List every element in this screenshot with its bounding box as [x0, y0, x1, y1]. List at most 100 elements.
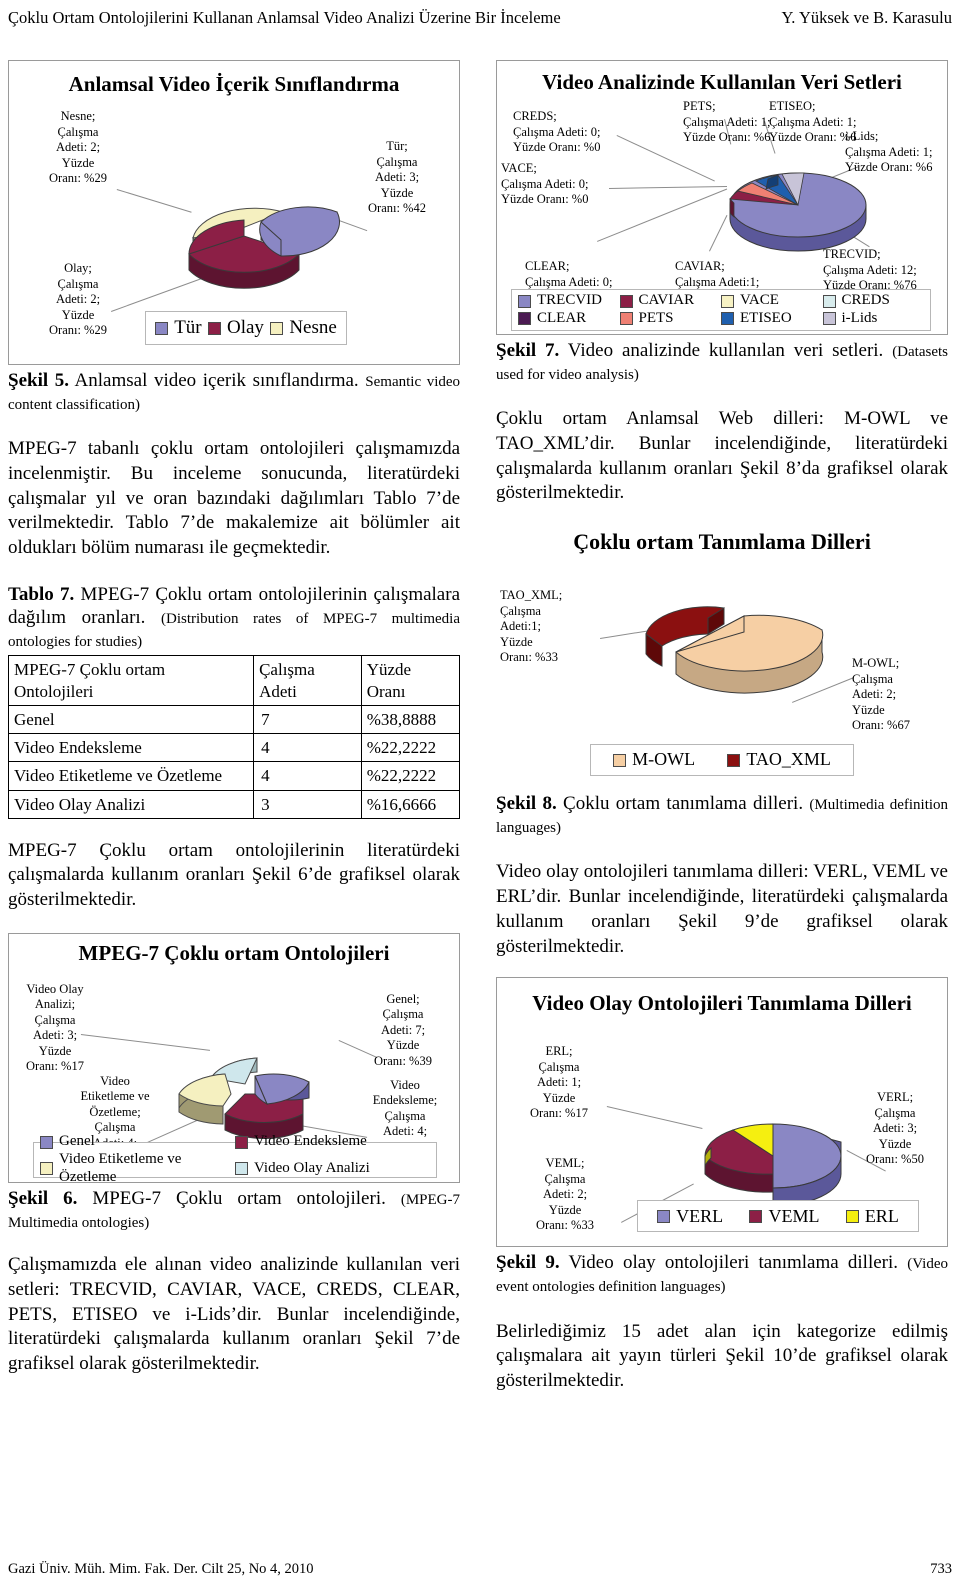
figure8-caption: Şekil 8. Çoklu ortam tanımlama dilleri. …: [496, 793, 949, 837]
figure9-label-veml: VEML; Çalışma Adeti: 2; Yüzde Oranı: %33: [536, 1156, 594, 1233]
paragraph-4: Çoklu ortam Anlamsal Web dilleri: M-OWL …: [496, 408, 948, 504]
figure9-chart: Video Olay Ontolojileri Tanımlama Diller…: [496, 977, 948, 1248]
paragraph-6: Belirlediğimiz 15 adet alan için kategor…: [496, 1320, 948, 1391]
figure8-pie: [645, 606, 824, 694]
figure6-label-olay-analizi: Video Olay Analizi; Çalışma Adeti: 3; Yü…: [26, 981, 84, 1074]
paragraph-5: Video olay ontolojileri tanımlama diller…: [496, 861, 948, 957]
figure6-legend: Genel Video Endeksleme Video Etiketleme …: [33, 1133, 437, 1182]
legend-item: CLEAR: [518, 310, 620, 328]
legend-item: Tür: [155, 317, 202, 339]
figure6-label-genel: Genel; Çalışma Adeti: 7; Yüzde Oranı: %3…: [374, 991, 432, 1068]
legend-swatch-icon: [235, 1162, 248, 1176]
col-header-count: Çalışma Adeti: [253, 655, 362, 706]
table-row: Video Endeksleme 4 %22,2222: [7, 733, 461, 763]
legend-item: Olay: [208, 317, 264, 339]
legend-item: M-OWL: [613, 749, 695, 770]
figure5-caption: Şekil 5. Anlamsal video içerik sınıfland…: [8, 370, 461, 414]
figure5-legend: Tür Olay Nesne: [145, 311, 347, 345]
left-column: Anlamsal Video İçerik Sınıflandırma Nesn…: [7, 60, 461, 1392]
legend-swatch-icon: [518, 294, 531, 308]
table7: MPEG-7 Çoklu ortam Ontolojileri Çalışma …: [7, 655, 461, 819]
figure7-label-creds: CREDS; Çalışma Adeti: 0; Yüzde Oranı: %0: [513, 109, 601, 154]
table-row: Video Olay Analizi 3 %16,6666: [7, 789, 461, 819]
legend-swatch-icon: [270, 321, 284, 335]
legend-swatch-icon: [845, 1209, 859, 1223]
legend-swatch-icon: [208, 321, 221, 335]
legend-item: VACE: [721, 292, 823, 310]
legend-item: i-Lids: [822, 310, 925, 328]
legend-item: Video Endeksleme: [235, 1133, 430, 1151]
figure9-title: Video Olay Ontolojileri Tanımlama Diller…: [532, 991, 912, 1016]
figure5-label-olay: Olay; Çalışma Adeti: 2; Yüzde Oranı: %29: [49, 261, 107, 337]
legend-swatch-icon: [155, 321, 169, 335]
legend-item: VEML: [749, 1206, 819, 1227]
table7-caption: Tablo 7. MPEG-7 Çoklu ortam ontolojileri…: [8, 583, 461, 651]
figure7-title: Video Analizinde Kullanılan Veri Setleri: [542, 70, 902, 94]
figure7-label-ilids: i-Lids; Çalışma Adeti: 1; Yüzde Oranı: %…: [845, 129, 933, 174]
legend-swatch-icon: [613, 753, 627, 767]
table-row: Genel 7 %38,8888: [7, 704, 461, 735]
footer-journal-info: Gazi Üniv. Müh. Mim. Fak. Der. Cilt 25, …: [8, 1561, 314, 1577]
legend-swatch-icon: [721, 294, 734, 308]
figure6-title: MPEG-7 Çoklu ortam Ontolojileri: [78, 940, 390, 965]
figure8-label-mowl: M-OWL; Çalışma Adeti: 2; Yüzde Oranı: %6…: [852, 656, 910, 733]
figure9-label-erl: ERL; Çalışma Adeti: 1; Yüzde Oranı: %17: [530, 1044, 588, 1121]
figure6-chart: MPEG-7 Çoklu ortam Ontolojileri Video Ol…: [8, 932, 460, 1183]
legend-item: PETS: [619, 310, 722, 328]
figure5-label-nesne: Nesne; Çalışma Adeti: 2; Yüzde Oranı: %2…: [49, 109, 107, 185]
figure9-label-verl: VERL; Çalışma Adeti: 3; Yüzde Oranı: %50: [866, 1090, 924, 1167]
running-head: Çoklu Ortam Ontolojilerini Kullanan Anla…: [0, 8, 960, 38]
figure5-title: Anlamsal Video İçerik Sınıflandırma: [68, 72, 400, 96]
legend-item: Video Etiketleme ve Özetleme: [40, 1151, 235, 1182]
legend-item: TRECVID: [518, 292, 620, 310]
legend-swatch-icon: [727, 753, 741, 767]
figure7-label-vace: VACE; Çalışma Adeti: 0; Yüzde Oranı: %0: [501, 161, 589, 206]
table7-block: Tablo 7. MPEG-7 Çoklu ortam ontolojileri…: [7, 583, 461, 819]
col-header-percent: Yüzde Oranı: [360, 655, 461, 706]
figure9-legend: VERL VEML ERL: [637, 1200, 919, 1233]
figure7-legend: TRECVID CAVIAR VACE CREDS CLEAR PETS ETI…: [511, 289, 931, 331]
legend-swatch-icon: [721, 312, 734, 326]
legend-item: CREDS: [822, 292, 925, 310]
legend-item: Video Olay Analizi: [235, 1151, 430, 1182]
paragraph-3: Çalışmamızda ele alınan video analizinde…: [8, 1254, 460, 1374]
page-root: Çoklu Ortam Ontolojilerini Kullanan Anla…: [0, 0, 960, 1593]
legend-swatch-icon: [235, 1135, 248, 1149]
legend-item: ETISEO: [721, 310, 823, 328]
figure7-caption: Şekil 7. Video analizinde kullanılan ver…: [496, 340, 948, 384]
legend-item: ERL: [845, 1206, 899, 1227]
figure8-legend: M-OWL TAO_XML: [590, 744, 854, 777]
figure8-title: Çoklu ortam Tanımlama Dilleri: [573, 529, 871, 555]
page-footer: Gazi Üniv. Müh. Mim. Fak. Der. Cilt 25, …: [8, 1561, 952, 1583]
legend-swatch-icon: [518, 312, 531, 326]
page-number: 733: [930, 1561, 952, 1577]
legend-swatch-icon: [40, 1135, 53, 1149]
figure7-leader-vace: [609, 185, 727, 189]
legend-item: TAO_XML: [727, 749, 831, 770]
legend-item: CAVIAR: [619, 292, 722, 310]
col-header-ontology: MPEG-7 Çoklu ortam Ontolojileri: [7, 655, 255, 706]
figure5-label-tur: Tür; Çalışma Adeti: 3; Yüzde Oranı: %42: [368, 139, 426, 215]
table-row: Video Etiketleme ve Özetleme 4 %22,2222: [7, 761, 461, 791]
figure8-label-tao: TAO_XML; Çalışma Adeti:1; Yüzde Oranı: %…: [500, 588, 563, 665]
legend-item: Genel: [40, 1133, 235, 1151]
figure8-chart: Çoklu ortam Tanımlama Dilleri TAO_XML; Ç…: [496, 526, 948, 789]
legend-swatch-icon: [657, 1209, 671, 1223]
paragraph-1: MPEG-7 tabanlı çoklu ortam ontolojileri …: [8, 438, 460, 559]
legend-swatch-icon: [619, 312, 633, 326]
figure7-leader-clear: [597, 188, 728, 242]
running-head-authors: Y. Yüksek ve B. Karasulu: [781, 8, 952, 27]
table-header-row: MPEG-7 Çoklu ortam Ontolojileri Çalışma …: [7, 655, 461, 706]
running-head-title: Çoklu Ortam Ontolojilerini Kullanan Anla…: [8, 8, 561, 27]
legend-swatch-icon: [749, 1209, 763, 1223]
figure5-chart: Anlamsal Video İçerik Sınıflandırma Nesn…: [8, 60, 460, 365]
legend-item: VERL: [657, 1206, 723, 1227]
figure6-caption: Şekil 6. MPEG-7 Çoklu ortam ontolojileri…: [8, 1187, 461, 1232]
right-column: Video Analizinde Kullanılan Veri Setleri: [496, 60, 948, 1409]
legend-swatch-icon: [619, 294, 633, 308]
legend-swatch-icon: [822, 294, 836, 308]
figure9-caption: Şekil 9. Video olay ontolojileri tanımla…: [496, 1252, 948, 1296]
figure7-chart: Video Analizinde Kullanılan Veri Setleri: [496, 60, 948, 335]
legend-swatch-icon: [40, 1162, 53, 1176]
figure7-label-trecvid: TRECVID; Çalışma Adeti: 12; Yüzde Oranı:…: [823, 247, 917, 292]
